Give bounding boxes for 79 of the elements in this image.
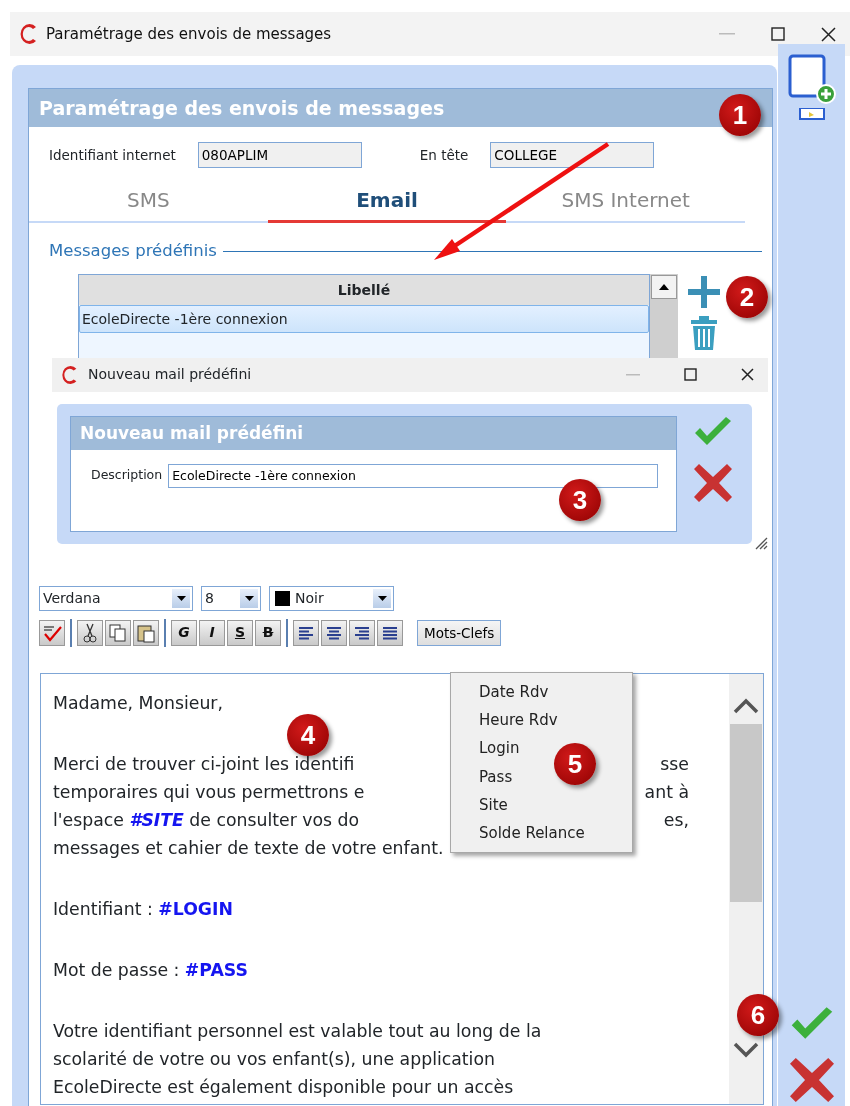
italic-button[interactable]: I — [199, 619, 225, 646]
align-center-icon — [325, 624, 343, 641]
menu-item[interactable]: Date Rdv — [479, 678, 549, 707]
field-label: En tête — [419, 145, 469, 165]
cross-icon[interactable] — [789, 1058, 834, 1102]
scrollbar[interactable] — [729, 673, 763, 1104]
check-icon[interactable] — [693, 415, 733, 448]
tab[interactable]: SMS Internet — [506, 178, 745, 223]
text-line: ant à — [644, 780, 689, 804]
trash-icon[interactable] — [690, 315, 718, 350]
resize-grip-icon[interactable] — [754, 535, 768, 550]
text-line: temporaires qui vous permettrons e — [53, 780, 365, 804]
column-header: Libellé — [79, 274, 649, 305]
table-row[interactable]: EcoleDirecte -1ère connexion — [79, 304, 649, 333]
scissors-icon — [82, 622, 98, 643]
cut-button[interactable] — [77, 619, 103, 646]
close-icon[interactable] — [741, 368, 754, 382]
align-right-icon — [353, 624, 371, 641]
copy-icon — [109, 623, 127, 642]
field-label: Identifiant internet — [49, 145, 176, 165]
spellcheck-icon — [42, 623, 62, 642]
text-line: l'espace #SITE de consulter vos do — [53, 808, 360, 832]
maximize-icon[interactable] — [684, 368, 697, 382]
scroll-up-icon[interactable] — [659, 283, 669, 290]
dialog-header: Nouveau mail prédéfini — [71, 416, 676, 450]
description-field[interactable]: EcoleDirecte -1ère connexion — [168, 463, 659, 488]
tab[interactable]: Email — [267, 178, 507, 223]
font-select[interactable]: Verdana — [39, 585, 193, 611]
menu-item[interactable]: Solde Relance — [479, 818, 585, 848]
new-document-icon[interactable] — [787, 54, 836, 104]
dropdown-arrow-icon — [176, 595, 186, 601]
color-select[interactable]: Noir — [269, 585, 394, 611]
add-icon[interactable] — [686, 273, 722, 310]
tab[interactable]: SMS — [29, 178, 268, 223]
dialog-title: Nouveau mail prédéfini — [88, 365, 252, 385]
field-label: Description — [91, 466, 163, 485]
scroll-up-icon[interactable] — [733, 697, 759, 714]
menu-item[interactable]: Pass — [479, 762, 513, 791]
align-left-button[interactable] — [293, 619, 319, 646]
text-line: Identifiant : #LOGIN — [53, 897, 233, 921]
color-swatch — [275, 590, 290, 606]
text-line: sse — [660, 752, 689, 776]
text-line: scolarité de votre ou vos enfant(s), une application — [53, 1047, 495, 1071]
copy-button[interactable] — [105, 619, 131, 646]
document-icon[interactable] — [798, 108, 825, 120]
maximize-icon[interactable] — [771, 27, 785, 41]
menu-item[interactable]: Heure Rdv — [479, 706, 558, 735]
dropdown-arrow-icon — [244, 595, 254, 601]
underline-button[interactable]: S — [227, 619, 253, 646]
size-select[interactable]: 8 — [201, 585, 261, 611]
justify-button[interactable] — [377, 619, 403, 646]
spellcheck-button[interactable] — [39, 619, 65, 646]
group-legend: Messages prédéfinis — [49, 239, 217, 264]
cross-icon[interactable] — [694, 463, 732, 502]
strikethrough-button[interactable]: B — [255, 619, 281, 646]
justify-icon — [381, 624, 399, 641]
scroll-down-icon[interactable] — [733, 1041, 759, 1058]
text-line: Madame, Monsieur, — [53, 691, 223, 715]
align-left-icon — [297, 624, 315, 641]
text-line: Mot de passe : #PASS — [53, 958, 248, 982]
text-field[interactable]: COLLEGE — [490, 142, 655, 168]
text-line: Votre identifiant personnel est valable tout au long de la — [53, 1019, 542, 1043]
keywords-button[interactable]: Mots-Clefs — [417, 619, 502, 646]
window-title: Paramétrage des envois de messages — [46, 23, 332, 45]
text-line: es, — [663, 808, 689, 832]
menu-item[interactable]: Site — [479, 790, 508, 819]
text-line: EcoleDirecte est également disponible pour un accès — [53, 1075, 514, 1099]
menu-item[interactable]: Login — [479, 734, 520, 763]
scroll-thumb[interactable] — [730, 723, 762, 902]
dropdown-arrow-icon — [377, 595, 387, 601]
bold-button[interactable]: G — [171, 619, 197, 646]
text-line: messages et cahier de texte de votre enfant. — [53, 836, 444, 860]
align-center-button[interactable] — [321, 619, 347, 646]
paste-button[interactable] — [133, 619, 159, 646]
close-icon[interactable] — [821, 26, 836, 42]
align-right-button[interactable] — [349, 619, 375, 646]
text-field[interactable]: 080APLIM — [197, 142, 362, 168]
paste-icon — [137, 622, 155, 643]
scrollbar[interactable] — [650, 273, 678, 358]
